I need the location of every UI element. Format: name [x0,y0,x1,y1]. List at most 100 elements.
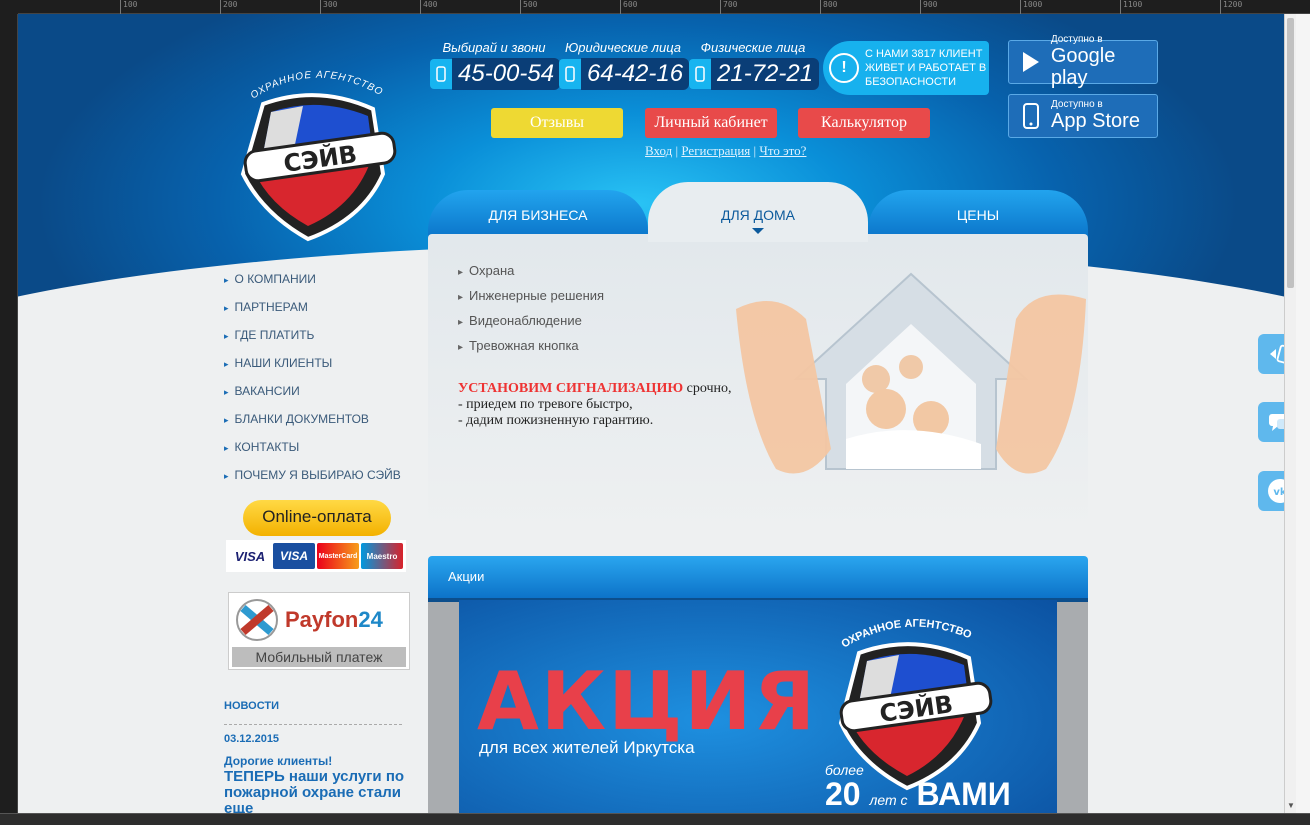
submenu-item[interactable]: Тревожная кнопка [458,339,604,364]
phone-caption: Юридические лица [564,40,682,55]
phone-block-1[interactable]: Выбирай и звони 45-00-54 [430,40,561,90]
payfon-number: 24 [358,607,383,632]
promo-line: - приедем по тревоге быстро, [458,397,633,412]
vk-icon: vk [1268,479,1284,503]
promotions-title: Акции [448,569,485,584]
ruler-tick: 600 [620,0,637,14]
left-menu-item[interactable]: ГДЕ ПЛАТИТЬ [224,328,401,356]
scrollbar-thumb[interactable] [1287,18,1294,288]
banner-years: 20 лет с ВАМИ [825,776,1011,813]
phone-block-3[interactable]: Физические лица 21-72-21 [689,40,820,90]
google-play-icon [1019,48,1043,76]
browser-viewport: 100 200 300 400 500 600 700 800 900 1000 1100 1200 … [0,0,1310,825]
online-payment-button[interactable]: Online-оплата [243,500,391,536]
left-menu-item[interactable]: О КОМПАНИИ [224,272,401,300]
store-small-text: Доступно в [1051,99,1103,110]
submenu-item[interactable]: Видеонаблюдение [458,314,604,339]
shield-logo-icon: ОХРАННОЕ АГЕНТСТВО СЭЙВ [240,70,397,242]
auth-separator: | [675,143,679,158]
phone-caption: Физические лица [700,40,806,55]
family-house-hands-image [736,269,1086,484]
info-icon: ! [829,53,859,83]
left-menu-item[interactable]: КОНТАКТЫ [224,440,401,468]
bottom-toolbar [0,813,1310,825]
banner-headline: АКЦИЯ [477,655,818,748]
scroll-down-icon[interactable]: ▼ [1286,801,1296,811]
left-menu-item[interactable]: НАШИ КЛИЕНТЫ [224,356,401,384]
ruler-tick: 300 [320,0,337,14]
chat-icon [1269,414,1284,431]
payfon-subtitle: Мобильный платеж [232,647,406,667]
auth-separator: | [753,143,757,158]
left-menu-item[interactable]: ПАРТНЕРАМ [224,300,401,328]
calculator-button[interactable]: Калькулятор [798,108,930,138]
ruler-tick: 800 [820,0,837,14]
callback-phone-button[interactable] [1258,334,1284,374]
payfon-logo-icon [236,599,278,641]
google-play-button[interactable]: Доступно в Google play [1008,35,1158,89]
ruler-tick: 100 [120,0,137,14]
tab-business[interactable]: ДЛЯ БИЗНЕСА [428,190,648,240]
side-panel-strip [1296,14,1310,813]
reviews-button[interactable]: Отзывы [491,108,623,138]
ruler-top: 100 200 300 400 500 600 700 800 900 1000 1100 1200 [18,0,1310,14]
register-link[interactable]: Регистрация [681,143,750,158]
site-logo[interactable]: ОХРАННОЕ АГЕНТСТВО СЭЙВ [223,54,398,254]
vertical-scrollbar[interactable]: ▼ [1284,14,1296,813]
phone-device-icon [1019,102,1043,130]
tab-prices[interactable]: ЦЕНЫ [868,190,1088,240]
payfon-banner[interactable]: Payfon24 Мобильный платеж [228,592,410,670]
promotions-header: Акции [428,556,1088,602]
app-store-button[interactable]: Доступно в App Store [1008,94,1158,138]
phone-icon [559,59,581,89]
ruler-tick: 1100 [1120,0,1142,14]
phone-icon [430,59,452,89]
tab-home-label: ДЛЯ ДОМА [720,207,796,223]
news-date: 03.12.2015 [224,733,280,745]
ruler-corner [0,0,18,14]
personal-cabinet-button[interactable]: Личный кабинет [645,108,777,138]
promo-headline-tail: срочно, [686,381,732,396]
store-name: Google play [1050,45,1116,89]
chat-button[interactable] [1258,402,1284,442]
left-menu-item[interactable]: БЛАНКИ ДОКУМЕНТОВ [224,412,401,440]
news-divider [224,724,402,725]
promo-headline: УСТАНОВИМ СИГНАЛИЗАЦИЮ [458,381,684,396]
news-text[interactable]: ТЕПЕРЬ наши услуги по пожарной охране ст… [224,769,414,814]
phone-number[interactable]: 45-00-54 [452,58,561,90]
submenu-item[interactable]: Охрана [458,264,604,289]
visa-electron-card-icon: VISA [273,543,315,569]
vk-button[interactable]: vk [1258,471,1284,511]
promotion-banner[interactable]: АКЦИЯ для всех жителей Иркутска ОХРАННОЕ… [459,600,1057,813]
web-page: ОХРАННОЕ АГЕНТСТВО СЭЙВ Выбирай и звони … [18,14,1284,813]
store-name: App Store [1051,110,1140,132]
news-heading[interactable]: НОВОСТИ [224,700,279,712]
ruler-tick: 400 [420,0,437,14]
maestro-card-icon: Maestro [361,543,403,569]
phone-icon [689,59,711,89]
phone-caption: Выбирай и звони [442,40,546,55]
left-navigation: О КОМПАНИИ ПАРТНЕРАМ ГДЕ ПЛАТИТЬ НАШИ КЛ… [224,272,401,496]
visa-card-icon: VISA [229,543,271,569]
banner-years-number: 20 [825,776,861,812]
submenu-item[interactable]: Инженерные решения [458,289,604,314]
callback-icon [1270,344,1284,364]
what-is-it-link[interactable]: Что это? [759,143,806,158]
phone-number[interactable]: 21-72-21 [711,58,820,90]
left-menu-item[interactable]: ПОЧЕМУ Я ВЫБИРАЮ СЭЙВ [224,468,401,496]
clients-badge-text: С НАМИ 3817 КЛИЕНТ ЖИВЕТ И РАБОТАЕТ В БЕ… [865,48,987,88]
clients-badge: ! С НАМИ 3817 КЛИЕНТ ЖИВЕТ И РАБОТАЕТ В … [823,41,989,95]
active-tab-indicator-icon [752,228,764,234]
banner-years-text: лет с [869,792,908,808]
store-small-text: Доступно в [1050,34,1103,45]
banner-subtitle: для всех жителей Иркутска [479,738,695,757]
news-title[interactable]: Дорогие клиенты! [224,754,332,768]
phone-number[interactable]: 64-42-16 [581,58,690,90]
promo-text: УСТАНОВИМ СИГНАЛИЗАЦИЮ срочно, - приедем… [458,381,732,429]
login-link[interactable]: Вход [645,143,672,158]
phone-block-2[interactable]: Юридические лица 64-42-16 [559,40,690,90]
ruler-left [0,14,18,825]
banner-with-you: ВАМИ [916,776,1011,812]
left-menu-item[interactable]: ВАКАНСИИ [224,384,401,412]
payment-cards: VISA VISA MasterCard Maestro [226,540,406,572]
